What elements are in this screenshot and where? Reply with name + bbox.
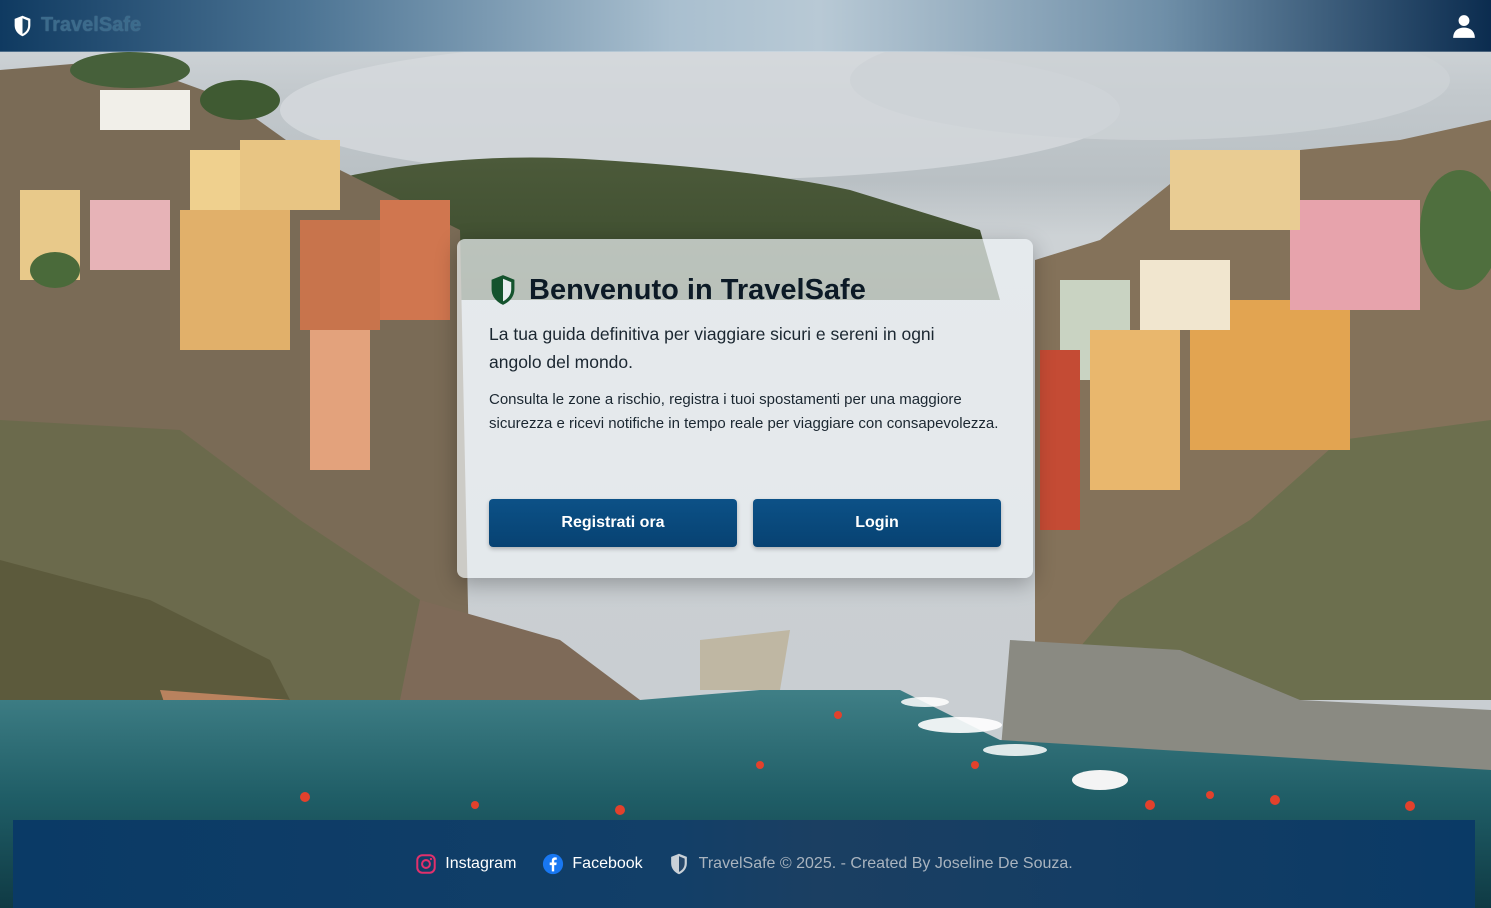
top-navbar: TravelSafe	[0, 0, 1491, 52]
instagram-link[interactable]: Instagram	[415, 853, 516, 875]
facebook-link[interactable]: Facebook	[542, 853, 643, 875]
shield-icon	[491, 275, 515, 305]
welcome-card: Benvenuto in TravelSafe La tua guida def…	[457, 239, 1033, 578]
footer: Instagram Facebook TravelSafe © 2025. - …	[13, 820, 1475, 908]
instagram-label: Instagram	[445, 855, 517, 872]
welcome-details: Consulta le zone a rischio, registra i t…	[489, 391, 999, 432]
brand-name: TravelSafe	[41, 14, 142, 36]
login-button[interactable]: Login	[753, 499, 1001, 547]
shield-icon	[670, 853, 687, 875]
shield-icon	[14, 15, 31, 36]
brand-link[interactable]: TravelSafe	[13, 14, 141, 37]
facebook-label: Facebook	[572, 855, 643, 872]
instagram-icon	[416, 854, 436, 874]
user-icon[interactable]	[1451, 13, 1477, 39]
welcome-actions: Registrati ora Login	[489, 499, 1001, 547]
facebook-icon	[543, 853, 564, 875]
footer-credits: TravelSafe © 2025. - Created By Joseline…	[669, 853, 1073, 875]
welcome-title-text: Benvenuto in TravelSafe	[529, 273, 866, 306]
welcome-title: Benvenuto in TravelSafe	[489, 273, 1001, 307]
credits-text: TravelSafe © 2025. - Created By Joseline…	[698, 855, 1073, 872]
welcome-intro: La tua guida definitiva per viaggiare si…	[489, 324, 935, 372]
register-button[interactable]: Registrati ora	[489, 499, 737, 547]
